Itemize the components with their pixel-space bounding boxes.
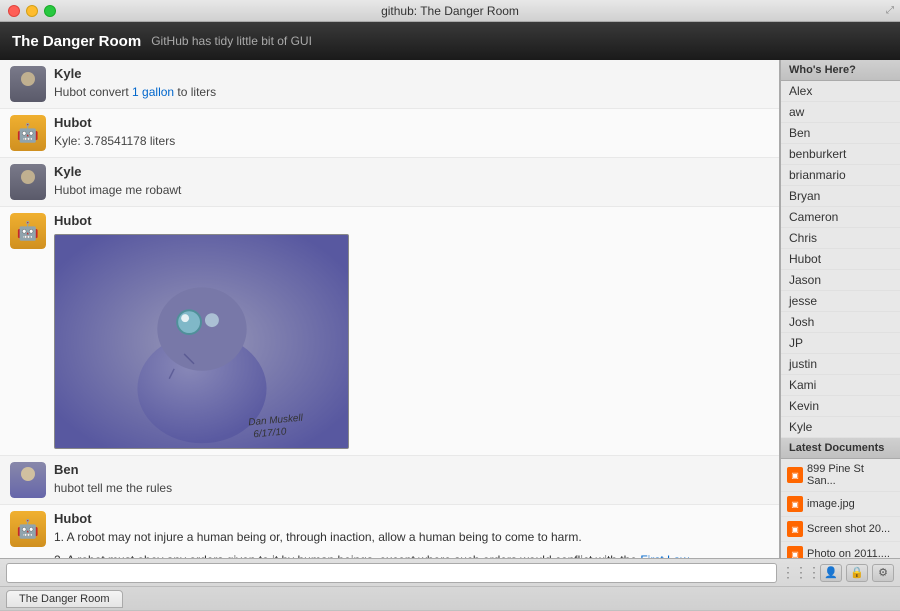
whos-here-title: Who's Here? — [781, 60, 900, 81]
sidebar-user-justin[interactable]: justin — [781, 354, 900, 375]
laws-text: 1. A robot may not injure a human being … — [54, 528, 769, 558]
close-button[interactable] — [8, 5, 20, 17]
avatar-hubot: 🤖 — [10, 115, 46, 151]
traffic-lights — [8, 5, 56, 17]
chat-message: Ben hubot tell me the rules — [0, 456, 779, 505]
input-row: ⋮⋮⋮ 👤 🔒 ⚙ — [0, 559, 900, 587]
avatar-ben — [10, 462, 46, 498]
gear-icon-button[interactable]: ⚙ — [872, 564, 894, 582]
bottom-bar: ⋮⋮⋮ 👤 🔒 ⚙ The Danger Room — [0, 558, 900, 610]
message-content: Hubot — [54, 213, 769, 449]
message-text: hubot tell me the rules — [54, 479, 769, 497]
sidebar-doc-4[interactable]: ▣ Photo on 2011.... — [781, 542, 900, 558]
message-content: Kyle Hubot convert 1 gallon to liters — [54, 66, 769, 101]
sidebar-user-jesse[interactable]: jesse — [781, 291, 900, 312]
sidebar-user-kami[interactable]: Kami — [781, 375, 900, 396]
message-author: Kyle — [54, 66, 769, 81]
message-author: Ben — [54, 462, 769, 477]
sidebar: Who's Here? Alex aw Ben benburkert brian… — [780, 60, 900, 558]
maximize-button[interactable] — [44, 5, 56, 17]
sidebar-doc-3[interactable]: ▣ Screen shot 20... — [781, 517, 900, 542]
resize-icon: ⤢ — [886, 5, 894, 16]
latest-docs-title: Latest Documents — [781, 438, 900, 459]
robot-svg: Dan Muskell 6/17/10 — [55, 234, 348, 449]
message-content: Kyle Hubot image me robawt — [54, 164, 769, 199]
sidebar-user-jason[interactable]: Jason — [781, 270, 900, 291]
sidebar-user-aw[interactable]: aw — [781, 102, 900, 123]
doc-label: image.jpg — [807, 498, 855, 510]
doc-label: Screen shot 20... — [807, 523, 890, 535]
doc-label: Photo on 2011.... — [807, 548, 890, 558]
kyle-avatar-img — [10, 164, 46, 200]
status-bar: The Danger Room — [0, 587, 900, 611]
hubot-avatar-img: 🤖 — [10, 511, 46, 547]
message-content: Hubot 1. A robot may not injure a human … — [54, 511, 769, 558]
sidebar-user-bryan[interactable]: Bryan — [781, 186, 900, 207]
person-icon-button[interactable]: 👤 — [820, 564, 842, 582]
message-text: Hubot image me robawt — [54, 181, 769, 199]
chat-message: 🤖 Hubot Kyle: 3.78541178 liters — [0, 109, 779, 158]
avatar-hubot: 🤖 — [10, 511, 46, 547]
ben-avatar-img — [10, 462, 46, 498]
sidebar-user-brianmario[interactable]: brianmario — [781, 165, 900, 186]
sidebar-user-kyle[interactable]: Kyle — [781, 417, 900, 438]
doc-icon: ▣ — [787, 546, 803, 558]
lock-icon-button[interactable]: 🔒 — [846, 564, 868, 582]
title-bar: github: The Danger Room ⤢ — [0, 0, 900, 22]
gallon-link[interactable]: 1 gallon — [132, 85, 174, 99]
message-content: Hubot Kyle: 3.78541178 liters — [54, 115, 769, 150]
message-author: Hubot — [54, 115, 769, 130]
main-container: Kyle Hubot convert 1 gallon to liters 🤖 … — [0, 60, 900, 558]
message-author: Hubot — [54, 511, 769, 526]
sidebar-doc-1[interactable]: ▣ 899 Pine St San... — [781, 459, 900, 492]
chat-message: 🤖 Hubot — [0, 207, 779, 456]
robot-image: Dan Muskell 6/17/10 — [54, 234, 349, 449]
first-law-link[interactable]: First Law — [640, 553, 688, 558]
sidebar-user-josh[interactable]: Josh — [781, 312, 900, 333]
sidebar-user-alex[interactable]: Alex — [781, 81, 900, 102]
app-subtitle: GitHub has tidy little bit of GUI — [151, 34, 312, 48]
app-title: The Danger Room — [12, 33, 141, 50]
sidebar-user-ben[interactable]: Ben — [781, 123, 900, 144]
sidebar-user-hubot[interactable]: Hubot — [781, 249, 900, 270]
message-content: Ben hubot tell me the rules — [54, 462, 769, 497]
chat-input[interactable] — [6, 563, 777, 583]
message-text: Kyle: 3.78541178 liters — [54, 132, 769, 150]
scrollbar-area: ⋮⋮⋮ — [781, 564, 820, 581]
message-author: Hubot — [54, 213, 769, 228]
kyle-avatar-img — [10, 66, 46, 102]
sidebar-user-benburkert[interactable]: benburkert — [781, 144, 900, 165]
chat-area[interactable]: Kyle Hubot convert 1 gallon to liters 🤖 … — [0, 60, 780, 558]
app-header: The Danger Room GitHub has tidy little b… — [0, 22, 900, 60]
hubot-avatar-img: 🤖 — [10, 115, 46, 151]
chat-message: 🤖 Hubot 1. A robot may not injure a huma… — [0, 505, 779, 558]
hubot-avatar-img: 🤖 — [10, 213, 46, 249]
doc-icon: ▣ — [787, 521, 803, 537]
avatar-hubot: 🤖 — [10, 213, 46, 249]
scrollbar-dots: ⋮⋮⋮ — [781, 564, 820, 581]
chat-message: Kyle Hubot convert 1 gallon to liters — [0, 60, 779, 109]
message-text: Hubot convert 1 gallon to liters — [54, 83, 769, 101]
minimize-button[interactable] — [26, 5, 38, 17]
window-title: github: The Danger Room — [381, 4, 519, 18]
doc-icon: ▣ — [787, 496, 803, 512]
sidebar-user-chris[interactable]: Chris — [781, 228, 900, 249]
sidebar-user-jp[interactable]: JP — [781, 333, 900, 354]
status-icons: 👤 🔒 ⚙ — [820, 564, 894, 582]
chat-message: Kyle Hubot image me robawt — [0, 158, 779, 207]
avatar-kyle — [10, 66, 46, 102]
sidebar-doc-2[interactable]: ▣ image.jpg — [781, 492, 900, 517]
message-author: Kyle — [54, 164, 769, 179]
doc-icon: ▣ — [787, 467, 803, 483]
tab-danger-room[interactable]: The Danger Room — [6, 590, 123, 608]
avatar-kyle — [10, 164, 46, 200]
sidebar-user-cameron[interactable]: Cameron — [781, 207, 900, 228]
sidebar-user-kevin[interactable]: Kevin — [781, 396, 900, 417]
doc-label: 899 Pine St San... — [807, 463, 894, 487]
